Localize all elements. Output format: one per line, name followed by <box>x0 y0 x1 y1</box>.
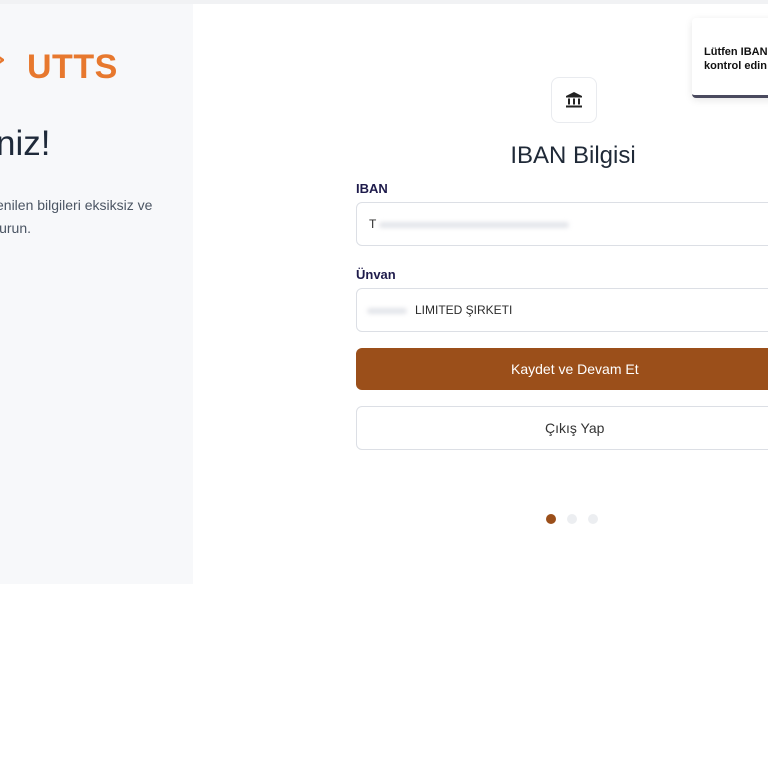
unvan-input-value: LIMITED ŞIRKETI <box>415 303 513 317</box>
welcome-heading: niz! <box>0 124 51 163</box>
unvan-input[interactable]: LIMITED ŞIRKETI <box>356 288 768 332</box>
step-dot-3 <box>588 514 598 524</box>
bank-icon-box <box>551 77 597 123</box>
logout-button[interactable]: Çıkış Yap <box>356 406 768 450</box>
redacted-text <box>367 308 407 314</box>
description-line-1: enilen bilgileri eksiksiz ve <box>0 197 153 213</box>
step-indicator <box>546 514 598 524</box>
step-dot-1 <box>546 514 556 524</box>
toast-line-2: kontrol edin <box>704 60 767 72</box>
unvan-label: Ünvan <box>356 267 396 282</box>
description-line-2: lurun. <box>0 220 32 236</box>
iban-label: IBAN <box>356 181 388 196</box>
logo-mark-icon <box>0 56 4 64</box>
toast-notification: Lütfen IBAN kontrol edin <box>692 18 768 98</box>
step-dot-2 <box>567 514 577 524</box>
iban-input[interactable]: T <box>356 202 768 246</box>
left-panel: UTTS niz! enilen bilgileri eksiksiz ve l… <box>0 4 193 584</box>
save-continue-button[interactable]: Kaydet ve Devam Et <box>356 348 768 390</box>
bank-icon <box>566 92 582 108</box>
brand-logo-text: UTTS <box>27 48 118 86</box>
form-title: IBAN Bilgisi <box>510 142 636 169</box>
iban-input-value: T <box>369 217 377 231</box>
toast-line-1: Lütfen IBAN <box>704 46 768 58</box>
redacted-text <box>379 222 569 228</box>
welcome-description: enilen bilgileri eksiksiz ve lurun. <box>0 194 186 240</box>
